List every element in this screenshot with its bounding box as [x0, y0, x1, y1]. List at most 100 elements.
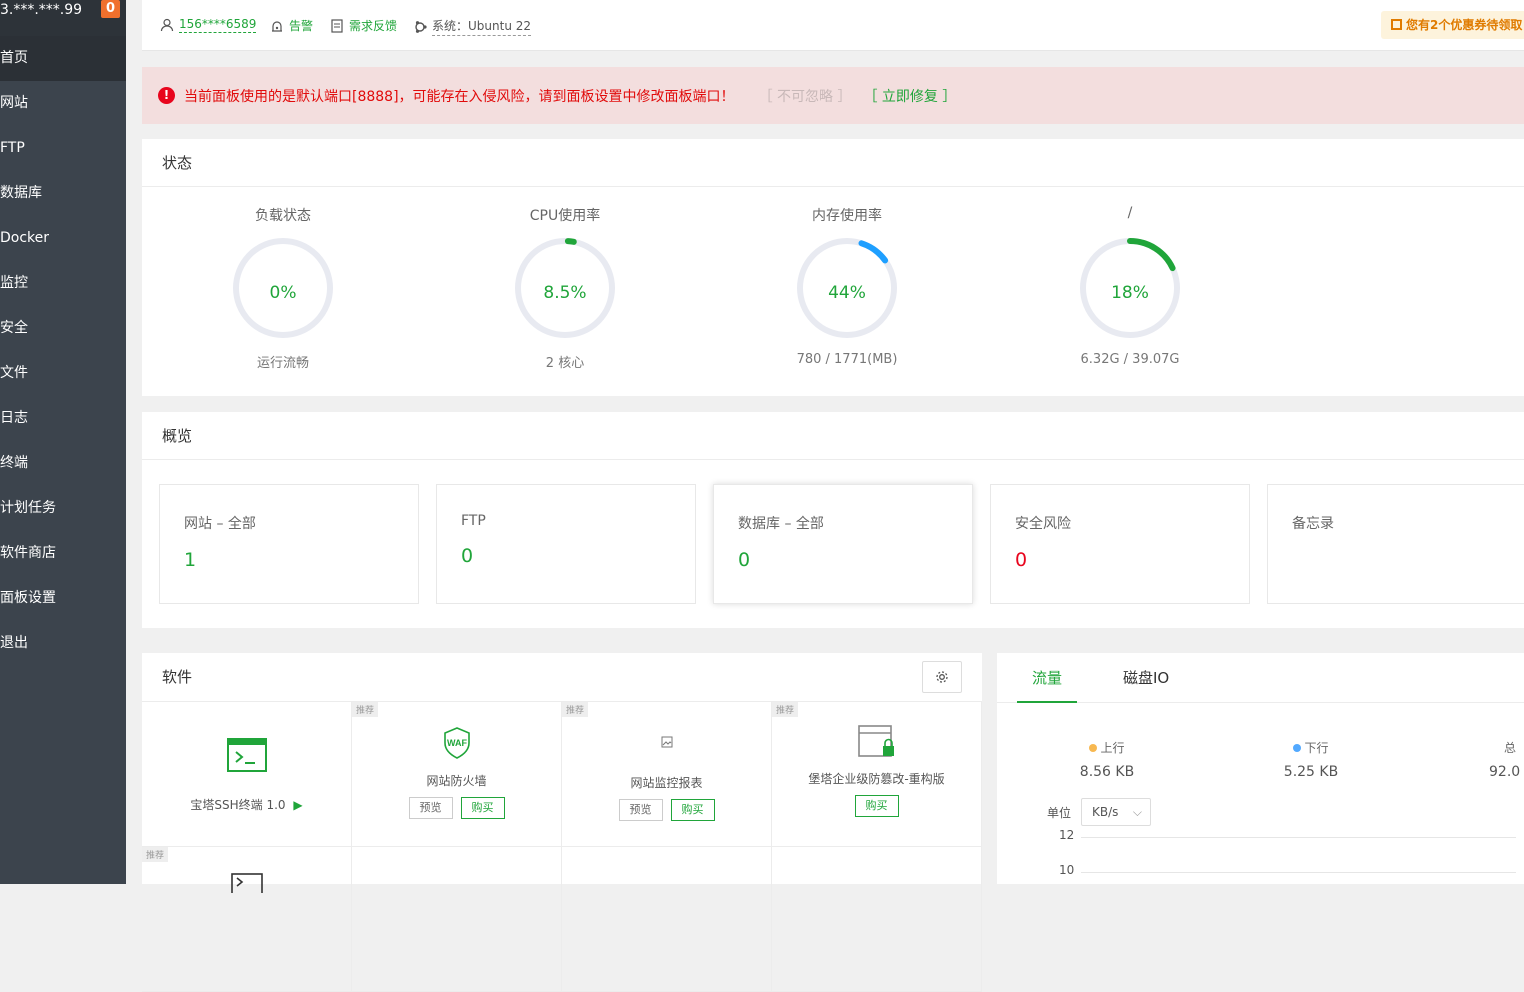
y-tick-label: 10 — [1059, 863, 1075, 877]
alarm-link[interactable]: 告警 — [270, 17, 313, 34]
server-ip: 3.***.***.99 — [0, 2, 83, 18]
warning-icon: ! — [158, 87, 175, 104]
overview-card-ftp[interactable]: FTP 0 — [436, 484, 696, 604]
buy-button[interactable]: 购买 — [670, 799, 715, 821]
sidebar-item-files[interactable]: 文件 — [0, 351, 126, 396]
preview-button[interactable]: 预览 — [408, 797, 453, 819]
download-label: 下行 — [1304, 741, 1329, 755]
overview-card-database[interactable]: 数据库 – 全部 0 — [713, 484, 973, 604]
download-stat: 下行 5.25 KB — [1251, 739, 1371, 780]
header-bar: 156****6589 告警 需求反馈 系统：Ubuntu 22 您有2个优惠券… — [142, 0, 1524, 51]
sidebar-item-store[interactable]: 软件商店 — [0, 531, 126, 576]
sidebar-item-logs[interactable]: 日志 — [0, 396, 126, 441]
feedback-label[interactable]: 需求反馈 — [349, 17, 397, 34]
ubuntu-icon — [415, 20, 427, 33]
system-label[interactable]: 系统：Ubuntu 22 — [432, 17, 532, 36]
sidebar-item-security[interactable]: 安全 — [0, 306, 126, 351]
sidebar-item-docker[interactable]: Docker — [0, 216, 126, 261]
software-name: 宝塔SSH终端 1.0 ▶ — [190, 798, 303, 812]
system-info[interactable]: 系统：Ubuntu 22 — [413, 17, 532, 36]
user-info[interactable]: 156****6589 — [160, 17, 257, 33]
software-item-tamper-proof[interactable]: 推荐 堡塔企业级防篡改-重构版 购买 — [772, 702, 982, 847]
sidebar-item-database[interactable]: 数据库 — [0, 171, 126, 216]
alarm-label[interactable]: 告警 — [289, 17, 313, 34]
software-item-more[interactable]: 推荐 — [142, 847, 352, 992]
total-label: 总 — [1504, 741, 1517, 755]
card-count[interactable]: 1 — [184, 549, 394, 571]
card-count[interactable]: 0 — [738, 549, 948, 571]
gauge-label: CPU使用率 — [529, 208, 601, 224]
gauge-subtext: 6.32G / 39.07G — [1080, 352, 1180, 367]
sidebar-item-ftp[interactable]: FTP — [0, 126, 126, 171]
card-name: 网站 – 全部 — [184, 516, 256, 532]
gift-icon — [1391, 19, 1402, 30]
coupon-banner[interactable]: 您有2个优惠券待领取 — [1381, 11, 1524, 39]
buy-button[interactable]: 购买 — [460, 797, 505, 819]
upload-stat: 上行 8.56 KB — [1047, 739, 1167, 780]
card-name: 数据库 – 全部 — [738, 516, 824, 532]
sidebar-item-home[interactable]: 首页 — [0, 36, 126, 81]
upload-label: 上行 — [1100, 741, 1125, 755]
total-value: 92.0 — [1489, 764, 1521, 780]
software-title: 软件 — [162, 668, 193, 686]
grid-line — [1081, 872, 1516, 873]
software-item-empty — [352, 847, 562, 992]
sidebar-item-terminal[interactable]: 终端 — [0, 441, 126, 486]
sidebar-item-monitor[interactable]: 监控 — [0, 261, 126, 306]
locked-window-icon — [857, 725, 894, 757]
software-item-monitor-report[interactable]: 推荐 网站监控报表 预览 购买 — [562, 702, 772, 847]
grid-line — [1081, 837, 1516, 838]
overview-card-memo[interactable]: 备忘录 — [1267, 484, 1524, 604]
user-phone[interactable]: 156****6589 — [179, 17, 257, 33]
sidebar-item-logout[interactable]: 退出 — [0, 621, 126, 666]
download-value: 5.25 KB — [1283, 764, 1339, 780]
chevron-down-icon: ⌵ — [1132, 805, 1143, 819]
gauge-value: 18% — [1111, 283, 1149, 303]
alarm-icon — [272, 20, 282, 32]
overview-card-security-risk[interactable]: 安全风险 0 — [990, 484, 1250, 604]
terminal-icon — [230, 873, 263, 899]
total-stat: 总 92.0 — [1457, 739, 1524, 780]
gauge-label: / — [1127, 205, 1133, 221]
unit-selector-row: 单位 KB/s ⌵ — [1047, 798, 1152, 826]
feedback-link[interactable]: 需求反馈 — [330, 17, 397, 34]
notification-badge[interactable]: 0 — [101, 0, 120, 18]
gauge-value: 0% — [269, 283, 297, 303]
card-count[interactable]: 0 — [461, 545, 671, 567]
fix-now-button[interactable]: ［ 立即修复 ］ — [863, 86, 956, 106]
sidebar: 3.***.***.99 0 首页 网站 FTP 数据库 Docker 监控 安… — [0, 0, 126, 884]
overview-card-websites[interactable]: 网站 – 全部 1 — [159, 484, 419, 604]
tab-traffic[interactable]: 流量 — [1017, 653, 1077, 703]
gauge-2: 内存使用率 44% 780 / 1771(MB) — [767, 205, 927, 367]
status-panel: 状态 负载状态 0% 运行流畅 CPU使用率 8.5% 2 核心 内存使用率 4… — [142, 139, 1524, 396]
gauge-subtext: 运行流畅 — [256, 356, 309, 371]
card-count[interactable]: 0 — [1015, 549, 1225, 571]
software-item-empty — [562, 847, 772, 992]
sidebar-item-website[interactable]: 网站 — [0, 81, 126, 126]
buy-button[interactable]: 购买 — [854, 795, 899, 817]
unit-select[interactable]: KB/s ⌵ — [1081, 798, 1152, 826]
software-item-empty — [772, 847, 982, 992]
sidebar-item-cron[interactable]: 计划任务 — [0, 486, 126, 531]
card-name: FTP — [461, 513, 486, 529]
waf-icon: WAF — [443, 727, 470, 759]
upload-value: 8.56 KB — [1079, 764, 1135, 780]
preview-button[interactable]: 预览 — [618, 799, 663, 821]
gauge-label: 内存使用率 — [812, 208, 882, 224]
sidebar-header: 3.***.***.99 0 — [0, 0, 126, 36]
gear-icon — [936, 671, 948, 683]
svg-text:WAF: WAF — [447, 738, 467, 748]
sidebar-item-settings[interactable]: 面板设置 — [0, 576, 126, 621]
tab-disk-io[interactable]: 磁盘IO — [1123, 653, 1169, 703]
software-name: 堡塔企业级防篡改-重构版 — [808, 772, 945, 786]
play-icon[interactable]: ▶ — [293, 798, 302, 812]
ignore-button[interactable]: ［ 不可忽略 ］ — [759, 86, 852, 106]
software-item-ssh-terminal[interactable]: 宝塔SSH终端 1.0 ▶ — [142, 702, 352, 847]
settings-gear-button[interactable] — [922, 661, 962, 693]
port-warning-alert: ! 当前面板使用的是默认端口[8888]，可能存在入侵风险，请到面板设置中修改面… — [142, 67, 1524, 124]
software-item-waf[interactable]: 推荐 WAF 网站防火墙 预览 购买 — [352, 702, 562, 847]
traffic-panel: 流量 磁盘IO 上行 8.56 KB 下行 5.25 KB 总 92.0 单位 … — [997, 653, 1524, 884]
user-icon — [160, 18, 174, 32]
gauge-subtext: 780 / 1771(MB) — [796, 352, 898, 367]
recommend-tag: 推荐 — [142, 847, 169, 862]
